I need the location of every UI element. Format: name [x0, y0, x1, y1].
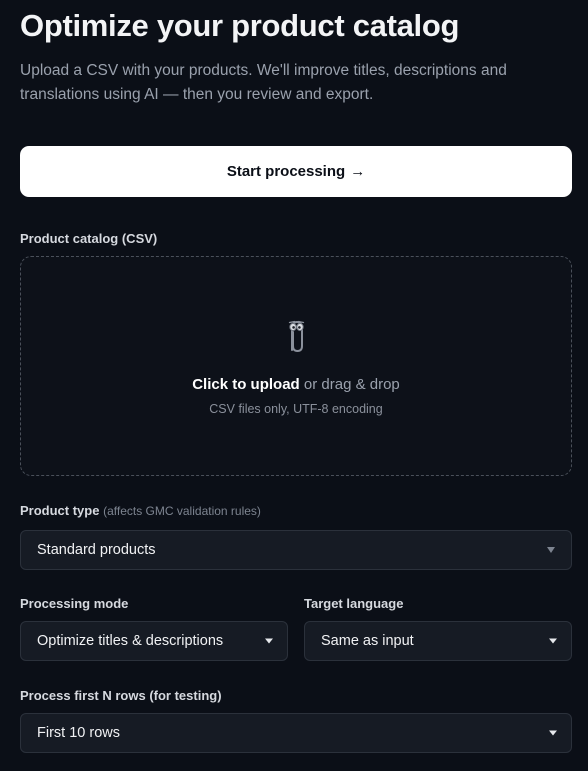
- processing-mode-value: Optimize titles & descriptions: [37, 633, 224, 649]
- target-language-label: Target language: [304, 596, 404, 611]
- product-type-select[interactable]: Standard products: [20, 530, 572, 570]
- csv-dropzone[interactable]: Click to upload or drag & drop CSV files…: [20, 256, 572, 476]
- drag-drop-text: or drag & drop: [303, 376, 400, 393]
- click-to-upload-link[interactable]: Click to upload: [192, 376, 300, 393]
- product-type-label: Product type (affects GMC validation rul…: [20, 503, 261, 518]
- row-limit-label: Process first N rows (for testing): [20, 688, 222, 703]
- processing-mode-select[interactable]: Optimize titles & descriptions: [20, 621, 288, 661]
- page-subtitle: Upload a CSV with your products. We'll i…: [20, 62, 507, 103]
- chevron-down-icon: [549, 730, 557, 736]
- dropzone-note: CSV files only, UTF-8 encoding: [209, 402, 383, 416]
- processing-mode-label: Processing mode: [20, 596, 129, 611]
- arrow-right-icon: →: [350, 163, 366, 180]
- upload-label: Product catalog (CSV): [20, 231, 158, 246]
- product-type-value: Standard products: [37, 542, 156, 558]
- product-type-label-text: Product type: [20, 503, 100, 518]
- dropzone-instructions: Click to upload or drag & drop: [21, 376, 571, 393]
- start-processing-button[interactable]: Start processing →: [20, 146, 572, 197]
- catalog-optimizer-page: Optimize your product catalog Upload a C…: [0, 0, 588, 771]
- product-type-hint: (affects GMC validation rules): [103, 504, 261, 518]
- target-language-select[interactable]: Same as input: [304, 621, 572, 661]
- start-processing-label: Start processing: [226, 163, 346, 180]
- row-limit-select[interactable]: First 10 rows: [20, 713, 572, 753]
- page-title: Optimize your product catalog: [20, 8, 460, 43]
- target-language-value: Same as input: [321, 633, 414, 649]
- paperclip-icon: [288, 320, 305, 353]
- chevron-down-icon: [549, 638, 557, 644]
- chevron-down-icon: [547, 547, 555, 553]
- chevron-down-icon: [265, 638, 273, 644]
- row-limit-value: First 10 rows: [37, 725, 120, 741]
